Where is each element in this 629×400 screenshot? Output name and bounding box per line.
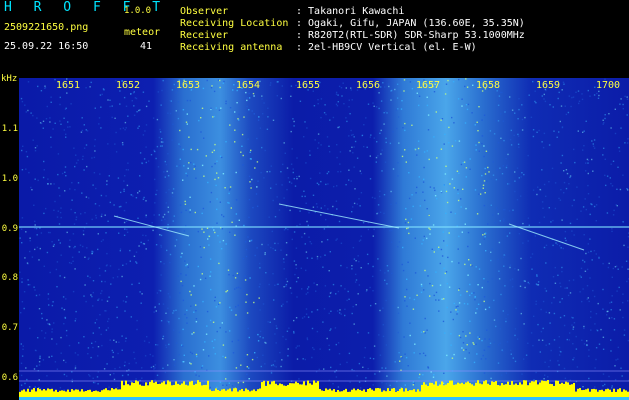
- x-tick-label: 1657: [415, 80, 441, 91]
- y-tick-label: 0.8: [1, 273, 18, 283]
- app-version: 1.0.0: [124, 6, 152, 16]
- x-tick-label: 1659: [535, 80, 561, 91]
- y-axis-unit: kHz: [1, 74, 18, 84]
- y-tick-label: 1.1: [1, 124, 18, 134]
- y-tick-label: 0.6: [1, 373, 18, 383]
- x-tick-label: 1653: [175, 80, 201, 91]
- y-tick-label: 1.0: [1, 174, 18, 184]
- info-key-antenna: Receiving antenna: [180, 42, 283, 53]
- x-tick-label: 1700: [595, 80, 621, 91]
- file-name: 2509221650.png: [4, 22, 89, 33]
- x-tick-label: 1651: [55, 80, 81, 91]
- meteor-label: meteor: [124, 27, 161, 38]
- meteor-count: 41: [140, 41, 153, 52]
- x-tick-label: 1652: [115, 80, 141, 91]
- file-datetime: 25.09.22 16:50: [4, 41, 89, 52]
- info-value-observer: : Takanori Kawachi: [296, 6, 405, 17]
- spectrogram-canvas: [19, 78, 629, 400]
- y-tick-label: 0.7: [1, 323, 18, 333]
- info-key-receiver: Receiver: [180, 30, 229, 41]
- x-tick-label: 1658: [475, 80, 501, 91]
- x-tick-label: 1656: [355, 80, 381, 91]
- y-tick-label: 0.9: [1, 224, 18, 234]
- x-tick-label: 1655: [295, 80, 321, 91]
- x-tick-label: 1654: [235, 80, 261, 91]
- info-key-observer: Observer: [180, 6, 229, 17]
- info-key-location: Receiving Location: [180, 18, 289, 29]
- info-value-location: : Ogaki, Gifu, JAPAN (136.60E, 35.35N): [296, 18, 525, 29]
- header-panel: H R O F F T 1.0.0 2509221650.png meteor …: [0, 0, 629, 72]
- spectrogram-plot: [19, 78, 629, 400]
- info-value-receiver: : R820T2(RTL-SDR) SDR-Sharp 53.1000MHz: [296, 30, 525, 41]
- info-value-antenna: : 2el-HB9CV Vertical (el. E-W): [296, 42, 477, 53]
